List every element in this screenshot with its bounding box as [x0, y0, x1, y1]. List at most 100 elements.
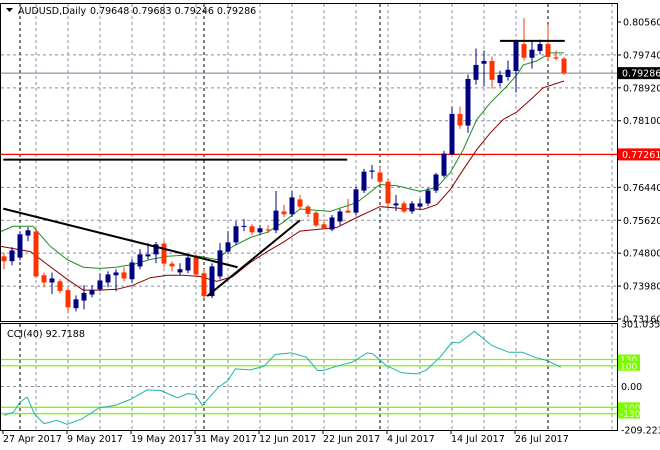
candle-body	[201, 273, 207, 297]
bearish-candle	[377, 166, 383, 185]
bullish-candle	[217, 243, 223, 280]
date-axis-label: 22 Jun 2017	[323, 434, 380, 445]
candle-body	[33, 231, 39, 277]
bullish-candle	[113, 269, 119, 292]
bullish-candle	[417, 198, 423, 210]
candle-body	[161, 243, 167, 264]
candle-body	[361, 171, 367, 191]
candle-body	[41, 275, 47, 283]
trading-chart[interactable]: 0.80560 0.79740 0.78920 0.78100 0.76440 0.756…	[0, 0, 660, 450]
bearish-candle	[489, 56, 495, 89]
candle-body	[369, 170, 375, 172]
candle-body	[97, 280, 103, 290]
candle-body	[89, 290, 95, 295]
bearish-candle	[41, 272, 47, 288]
chart-symbol: AUDUSD,Daily	[18, 6, 87, 17]
candle-body	[49, 278, 55, 283]
moving-averages	[0, 52, 565, 291]
candle-body	[529, 49, 535, 58]
candle-body	[73, 299, 79, 309]
bullish-candle	[9, 247, 15, 266]
bearish-candle	[385, 178, 391, 208]
candle-body	[233, 226, 239, 243]
bullish-candle	[241, 219, 247, 232]
cci-line	[3, 330, 562, 425]
candle-body	[425, 190, 431, 204]
candle-body	[473, 64, 479, 80]
bullish-candle	[537, 39, 543, 55]
candle-body	[17, 234, 23, 258]
candle-body	[449, 113, 455, 155]
bearish-candle	[561, 57, 567, 75]
bullish-candle	[17, 231, 23, 261]
bullish-candle	[441, 150, 447, 178]
bullish-candle	[97, 273, 103, 292]
candle-body	[345, 210, 351, 213]
bearish-candle	[553, 50, 559, 61]
bullish-candle	[289, 190, 295, 218]
candle-body	[401, 203, 407, 212]
bullish-candle	[129, 259, 135, 284]
bearish-candle	[249, 224, 255, 236]
candle-body	[561, 58, 567, 74]
bullish-candle	[89, 285, 95, 298]
candle-body	[417, 203, 423, 207]
candle-body	[545, 44, 551, 57]
candle-body	[121, 272, 127, 279]
candle-body	[113, 272, 119, 276]
candle-body	[305, 206, 311, 214]
candle-body	[481, 60, 487, 64]
bullish-candle	[353, 186, 359, 216]
bullish-candle	[273, 190, 279, 234]
candle-body	[457, 113, 463, 126]
cci-axis-label: -209.2236	[621, 426, 660, 437]
candle-body	[385, 181, 391, 204]
price-lines	[1, 72, 617, 156]
candle-body	[185, 257, 191, 271]
bearish-candle	[201, 269, 207, 299]
cci-level-label: 100	[620, 362, 637, 372]
trendlines[interactable]	[2, 39, 565, 297]
candle-body	[65, 290, 71, 308]
candle-body	[177, 269, 183, 273]
date-axis-label: 14 Jul 2017	[451, 434, 505, 445]
candle-body	[521, 44, 527, 58]
cci-axis-label: 0.00	[621, 382, 642, 393]
cci-level-label: -130	[620, 410, 641, 420]
collapse-triangle-icon[interactable]	[6, 8, 13, 12]
candle-body	[505, 69, 511, 77]
date-axis-label: 9 May 2017	[67, 434, 123, 445]
candle-body	[489, 60, 495, 80]
level-price-label: 0.77261	[622, 150, 660, 161]
bearish-candle	[401, 201, 407, 214]
candle-body	[297, 199, 303, 207]
bullish-candle	[361, 168, 367, 193]
candle-body	[329, 217, 335, 230]
price-axis-label: 0.73980	[623, 282, 660, 293]
candle-body	[265, 229, 271, 231]
date-axis-label: 27 Apr 2017	[3, 434, 62, 445]
candle-body	[25, 230, 31, 236]
bearish-candle	[121, 267, 127, 282]
bullish-candle	[233, 221, 239, 246]
bearish-candle	[169, 261, 175, 272]
candle-body	[129, 262, 135, 280]
candle-body	[145, 254, 151, 257]
bullish-candle	[529, 40, 535, 69]
candle-body	[81, 292, 87, 301]
candle-body	[281, 211, 287, 215]
bullish-candle	[433, 172, 439, 193]
candle-body	[249, 226, 255, 233]
candle-body	[465, 78, 471, 126]
bullish-candle	[25, 227, 31, 242]
candle-body	[497, 74, 503, 84]
date-axis-label: 19 May 2017	[131, 434, 193, 445]
price-axis-label: 0.78920	[623, 83, 660, 94]
candle-body	[337, 211, 343, 222]
cci-title: CCI(40) 92.7188	[7, 329, 85, 340]
cci-panel-frame	[0, 323, 618, 431]
current-price-label: 0.79286	[622, 69, 660, 80]
candle-body	[513, 40, 519, 71]
candle-body	[9, 250, 15, 262]
candle-body	[433, 174, 439, 191]
